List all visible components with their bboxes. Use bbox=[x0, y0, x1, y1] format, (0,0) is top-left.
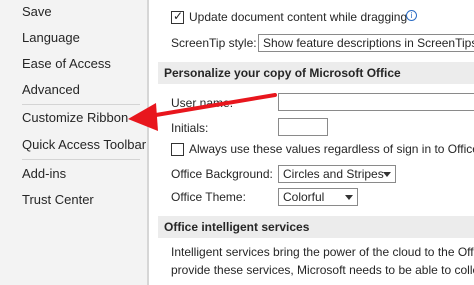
screentip-label: ScreenTip style: bbox=[171, 36, 257, 50]
options-nav: Save Language Ease of Access Advanced Cu… bbox=[0, 0, 148, 285]
nav-divider bbox=[22, 159, 140, 160]
office-background-label: Office Background: bbox=[171, 167, 273, 181]
office-theme-select[interactable]: Colorful bbox=[278, 188, 358, 206]
nav-item-ease-of-access[interactable]: Ease of Access bbox=[22, 56, 111, 72]
nav-item-customize-ribbon[interactable]: Customize Ribbon bbox=[22, 110, 128, 126]
initials-label: Initials: bbox=[171, 121, 209, 135]
chevron-down-icon bbox=[383, 172, 391, 177]
office-background-value: Circles and Stripes bbox=[283, 167, 384, 181]
nav-item-quick-access-toolbar[interactable]: Quick Access Toolbar bbox=[22, 137, 146, 153]
nav-divider bbox=[22, 104, 140, 105]
update-while-dragging-checkbox[interactable] bbox=[171, 9, 184, 24]
nav-item-add-ins[interactable]: Add-ins bbox=[22, 166, 66, 182]
intelligent-services-text-line1: Intelligent services bring the power of … bbox=[171, 245, 474, 259]
screentip-select-value: Show feature descriptions in ScreenTips bbox=[263, 36, 474, 50]
nav-item-save[interactable]: Save bbox=[22, 4, 52, 20]
intelligent-services-text-line2: provide these services, Microsoft needs … bbox=[171, 263, 474, 277]
office-theme-label: Office Theme: bbox=[171, 190, 246, 204]
always-use-values-checkbox[interactable] bbox=[171, 143, 184, 156]
nav-item-trust-center[interactable]: Trust Center bbox=[22, 192, 94, 208]
office-theme-value: Colorful bbox=[283, 190, 325, 204]
nav-item-language[interactable]: Language bbox=[22, 30, 80, 46]
office-background-select[interactable]: Circles and Stripes bbox=[278, 165, 396, 183]
username-field[interactable] bbox=[278, 93, 474, 111]
always-use-values-label: Always use these values regardless of si… bbox=[189, 142, 474, 156]
screentip-select[interactable]: Show feature descriptions in ScreenTips bbox=[258, 34, 474, 52]
chevron-down-icon bbox=[345, 195, 353, 200]
info-icon: i bbox=[406, 10, 417, 21]
initials-field[interactable] bbox=[278, 118, 328, 136]
username-label: User name: bbox=[171, 96, 234, 110]
nav-item-advanced[interactable]: Advanced bbox=[22, 82, 80, 98]
content-divider bbox=[148, 0, 149, 285]
intelligent-services-section-header: Office intelligent services bbox=[158, 216, 474, 238]
personalize-section-header: Personalize your copy of Microsoft Offic… bbox=[158, 62, 474, 84]
update-while-dragging-label: Update document content while dragging bbox=[189, 10, 408, 24]
